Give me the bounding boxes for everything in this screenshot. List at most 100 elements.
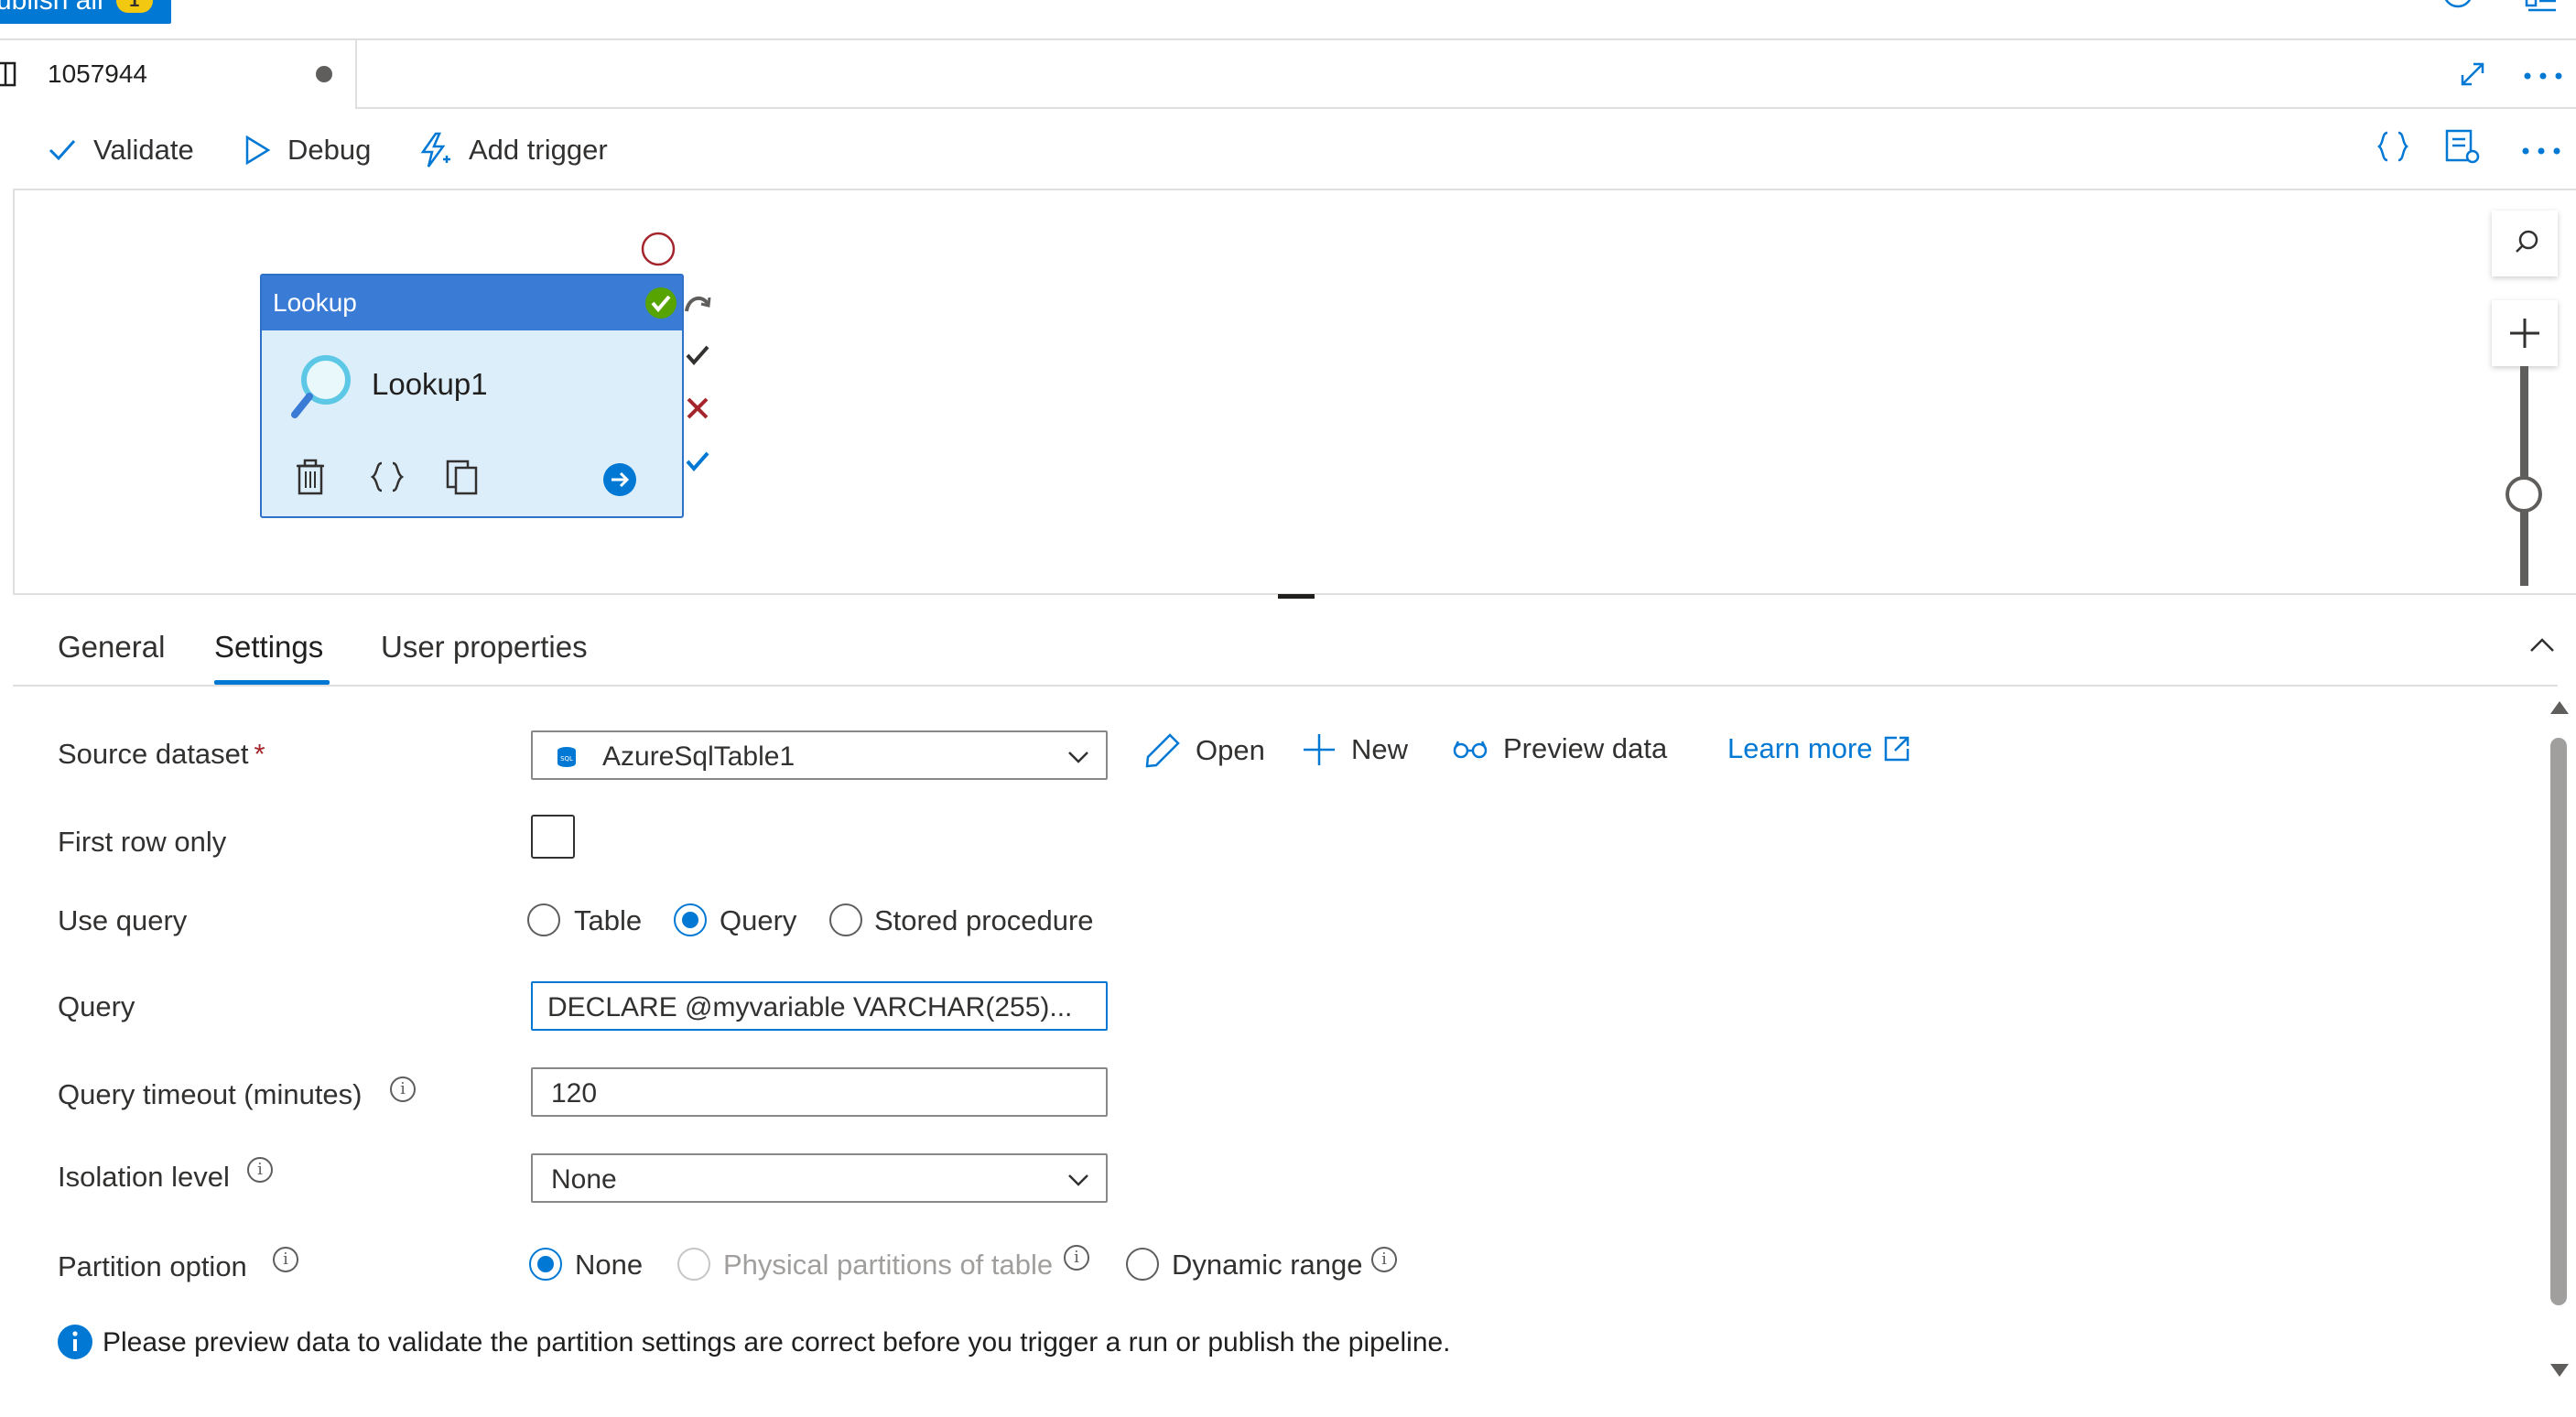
debug-button[interactable]: Debug — [244, 123, 371, 178]
plus-icon — [2510, 319, 2539, 348]
top-divider — [0, 38, 2576, 40]
partition-option-label: Partition option — [58, 1250, 247, 1282]
query-timeout-value: 120 — [551, 1078, 598, 1109]
info-icon — [57, 1324, 93, 1360]
settings-scrollbar-thumb[interactable] — [2550, 738, 2567, 1305]
learn-more-link[interactable]: Learn more — [1727, 732, 1911, 765]
svg-text:SQL: SQL — [560, 755, 573, 763]
failure-output-icon[interactable] — [685, 395, 710, 421]
play-icon — [245, 135, 271, 166]
preview-data-button[interactable]: Preview data — [1452, 732, 1667, 765]
partition-dynamic-range-label[interactable]: Dynamic range — [1172, 1249, 1362, 1282]
pipeline-tab[interactable]: 1057944 — [0, 40, 357, 108]
source-dataset-label-text: Source dataset — [58, 738, 249, 770]
query-value: DECLARE @myvariable VARCHAR(255)... — [547, 992, 1073, 1022]
expand-icon[interactable] — [2459, 60, 2486, 88]
use-query-stored-procedure-label[interactable]: Stored procedure — [874, 904, 1094, 937]
sql-dataset-icon: SQL — [555, 745, 579, 769]
tabs-divider — [13, 685, 2558, 687]
query-timeout-input[interactable]: 120 — [531, 1067, 1108, 1117]
partition-dynamic-info-icon[interactable]: i — [1371, 1247, 1397, 1272]
pencil-icon — [1145, 733, 1180, 768]
tab-user-properties[interactable]: User properties — [381, 630, 588, 665]
scroll-down-arrow-icon[interactable] — [2549, 1362, 2571, 1379]
splitter-grip-icon[interactable] — [1278, 594, 1315, 599]
source-dataset-dropdown[interactable]: SQL AzureSqlTable1 — [531, 730, 1108, 780]
chevron-down-icon — [1067, 751, 1089, 763]
chevron-down-icon — [1067, 1174, 1089, 1186]
properties-panel-icon[interactable] — [2525, 0, 2558, 15]
properties-icon[interactable] — [2444, 128, 2481, 165]
activity-success-icon — [644, 286, 678, 320]
debug-label: Debug — [287, 134, 372, 166]
skip-output-icon[interactable] — [683, 291, 712, 319]
activity-name: Lookup1 — [372, 367, 488, 401]
partition-dynamic-range-radio[interactable] — [1126, 1248, 1159, 1281]
canvas-search-button[interactable] — [2492, 211, 2558, 276]
source-dataset-value: AzureSqlTable1 — [602, 741, 796, 772]
zoom-in-button[interactable] — [2492, 300, 2558, 366]
tab-more-icon[interactable] — [2523, 71, 2563, 81]
activity-header: Lookup — [262, 276, 682, 330]
validate-button[interactable]: Validate — [48, 123, 194, 178]
partition-info-message: Please preview data to validate the part… — [103, 1327, 1451, 1358]
partition-option-info-icon[interactable]: i — [273, 1247, 298, 1272]
tab-settings[interactable]: Settings — [214, 630, 323, 665]
lookup-activity-node[interactable]: Lookup Lookup1 — [260, 274, 684, 518]
use-query-stored-procedure-radio[interactable] — [829, 903, 862, 936]
search-icon — [2516, 230, 2538, 253]
isolation-level-dropdown[interactable]: None — [531, 1153, 1108, 1203]
publish-all-label: ublish all — [0, 0, 103, 16]
preview-data-label: Preview data — [1503, 732, 1668, 764]
delete-activity-icon[interactable] — [295, 459, 326, 495]
code-view-icon[interactable] — [2376, 130, 2409, 163]
scroll-up-arrow-icon[interactable] — [2549, 699, 2571, 716]
isolation-level-label: Isolation level — [58, 1161, 230, 1193]
pipeline-icon — [0, 60, 22, 88]
first-row-only-label: First row only — [58, 826, 227, 858]
query-input[interactable]: DECLARE @myvariable VARCHAR(255)... — [531, 981, 1108, 1031]
source-dataset-label: Source dataset * — [58, 738, 265, 771]
notifications-icon[interactable] — [2442, 0, 2473, 16]
completion-output-icon[interactable] — [685, 449, 710, 474]
isolation-level-info-icon[interactable]: i — [247, 1157, 273, 1183]
use-query-label: Use query — [58, 904, 188, 936]
pipeline-tab-name: 1057944 — [48, 59, 148, 88]
partition-physical-info-icon[interactable]: i — [1064, 1245, 1089, 1271]
use-query-table-radio[interactable] — [527, 903, 560, 936]
add-trigger-button[interactable]: Add trigger — [417, 123, 608, 178]
query-timeout-info-icon[interactable]: i — [390, 1076, 416, 1102]
partition-physical-label: Physical partitions of table — [723, 1249, 1054, 1281]
new-dataset-button[interactable]: New — [1302, 732, 1408, 767]
add-trigger-label: Add trigger — [469, 134, 608, 166]
glasses-icon — [1453, 741, 1488, 759]
publish-count-badge: 1 — [115, 0, 153, 13]
toolbar-more-icon[interactable] — [2521, 146, 2561, 156]
activity-type-label: Lookup — [273, 288, 357, 317]
checkmark-icon — [49, 139, 76, 161]
use-query-query-label[interactable]: Query — [720, 904, 796, 937]
first-row-only-checkbox[interactable] — [531, 815, 575, 859]
validate-label: Validate — [93, 134, 194, 166]
tab-general[interactable]: General — [58, 630, 165, 665]
activity-top-handle-icon[interactable] — [640, 231, 676, 267]
publish-all-button[interactable]: ublish all 1 — [0, 0, 171, 24]
query-timeout-label: Query timeout (minutes) — [58, 1078, 363, 1110]
activity-code-icon[interactable] — [370, 460, 405, 493]
partition-none-label[interactable]: None — [575, 1249, 643, 1282]
copy-activity-icon[interactable] — [445, 459, 480, 495]
go-to-activity-icon[interactable] — [602, 462, 637, 497]
partition-none-radio[interactable] — [529, 1248, 562, 1281]
lightning-icon — [420, 132, 450, 168]
partition-physical-radio — [677, 1248, 710, 1281]
lookup-magnifier-icon — [287, 352, 353, 422]
collapse-panel-icon[interactable] — [2528, 635, 2556, 654]
zoom-slider-thumb[interactable] — [2506, 476, 2542, 513]
learn-more-label: Learn more — [1727, 732, 1873, 764]
success-output-icon[interactable] — [685, 342, 710, 368]
new-label: New — [1351, 733, 1409, 765]
open-dataset-button[interactable]: Open — [1144, 732, 1265, 769]
use-query-query-radio[interactable] — [674, 903, 707, 936]
open-label: Open — [1196, 734, 1265, 766]
use-query-table-label[interactable]: Table — [574, 904, 642, 937]
